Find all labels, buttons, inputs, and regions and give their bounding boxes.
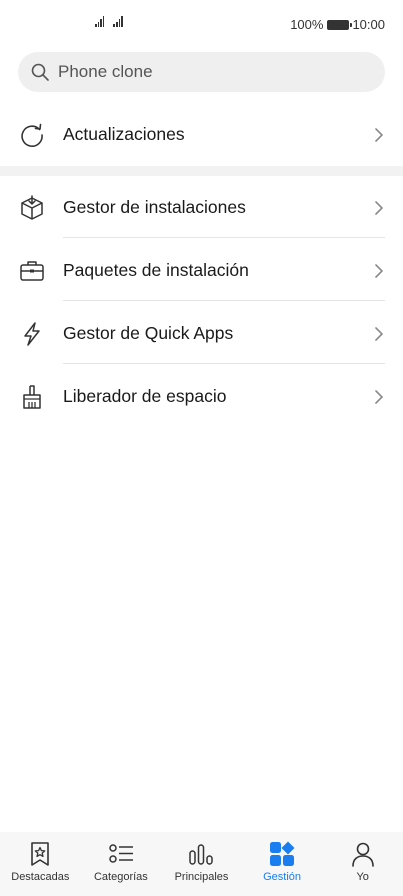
signal-icon bbox=[113, 15, 123, 27]
nav-label: Gestión bbox=[263, 871, 302, 883]
refresh-icon bbox=[18, 121, 46, 149]
menu-item-label: Paquetes de instalación bbox=[63, 260, 249, 280]
updates-row[interactable]: Actualizaciones bbox=[0, 103, 403, 166]
battery-icon bbox=[327, 19, 353, 30]
nav-label: Principales bbox=[174, 871, 229, 883]
clock: 10:00 bbox=[352, 17, 385, 32]
chevron-right-icon bbox=[375, 389, 383, 404]
battery-percent: 100% bbox=[290, 17, 324, 32]
updates-label: Actualizaciones bbox=[63, 124, 185, 144]
signal-indicators bbox=[95, 15, 123, 27]
menu-item-label: Gestor de instalaciones bbox=[63, 197, 246, 217]
chevron-right-icon bbox=[375, 127, 383, 142]
chevron-right-icon bbox=[375, 263, 383, 278]
menu-item-quick-apps[interactable]: Gestor de Quick Apps bbox=[0, 302, 403, 365]
search-icon bbox=[31, 63, 49, 81]
lightning-icon bbox=[18, 320, 46, 348]
row-divider bbox=[63, 363, 385, 364]
menu-item-space-cleaner[interactable]: Liberador de espacio bbox=[0, 365, 403, 428]
chevron-right-icon bbox=[375, 326, 383, 341]
briefcase-icon bbox=[18, 257, 46, 285]
nav-item-categorias[interactable]: Categorías bbox=[81, 832, 162, 896]
chevron-right-icon bbox=[375, 200, 383, 215]
search-bar[interactable] bbox=[18, 52, 385, 92]
nav-item-gestion[interactable]: Gestión bbox=[242, 832, 323, 896]
nav-label: Yo bbox=[356, 871, 369, 883]
grid-icon bbox=[268, 840, 296, 868]
bar-chart-icon bbox=[187, 840, 215, 868]
search-input[interactable] bbox=[58, 62, 358, 82]
nav-item-destacadas[interactable]: Destacadas bbox=[0, 832, 81, 896]
menu-item-install-manager[interactable]: Gestor de instalaciones bbox=[0, 176, 403, 239]
person-icon bbox=[349, 840, 377, 868]
nav-label: Categorías bbox=[93, 871, 148, 883]
signal-icon bbox=[95, 15, 105, 27]
star-bookmark-icon bbox=[26, 840, 54, 868]
nav-item-yo[interactable]: Yo bbox=[322, 832, 403, 896]
status-bar: 100% 10:00 bbox=[0, 0, 403, 48]
list-icon bbox=[107, 840, 135, 868]
section-separator bbox=[0, 166, 403, 176]
box-download-icon bbox=[18, 194, 46, 222]
status-right: 100% 10:00 bbox=[290, 17, 385, 32]
row-divider bbox=[63, 300, 385, 301]
row-divider bbox=[63, 237, 385, 238]
menu-item-install-packages[interactable]: Paquetes de instalación bbox=[0, 239, 403, 302]
menu-item-label: Liberador de espacio bbox=[63, 386, 227, 406]
nav-label: Destacadas bbox=[11, 871, 70, 883]
bottom-nav: Destacadas Categorías Principales Gestió… bbox=[0, 832, 403, 896]
broom-icon bbox=[18, 383, 46, 411]
menu-item-label: Gestor de Quick Apps bbox=[63, 323, 234, 343]
nav-item-principales[interactable]: Principales bbox=[161, 832, 242, 896]
